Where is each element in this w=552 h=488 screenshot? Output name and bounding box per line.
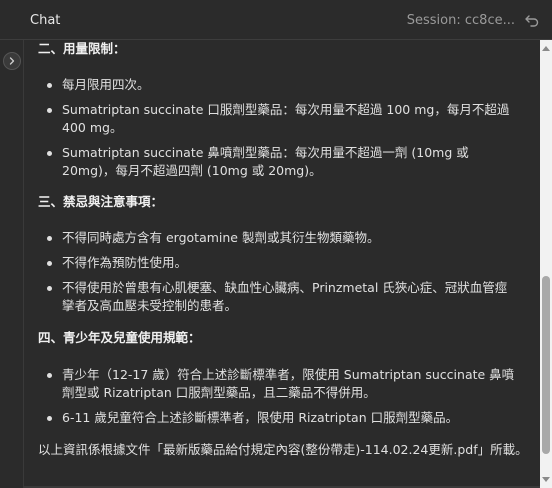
- scroll-up-arrow-icon[interactable]: [542, 46, 550, 51]
- section-heading-contraindications: 三、禁忌與注意事項：: [38, 194, 164, 209]
- list-item: 不得作為預防性使用。: [38, 254, 518, 272]
- chevron-right-icon: [9, 57, 15, 65]
- left-rail: [0, 40, 24, 488]
- undo-arrow-icon[interactable]: [524, 12, 540, 28]
- list-item: 不得使用於曾患有心肌梗塞、缺血性心臟病、Prinzmetal 氏狹心症、冠狀血管…: [38, 279, 518, 315]
- chat-title: Chat: [30, 13, 61, 28]
- contraindications-list: 不得同時處方含有 ergotamine 製劑或其衍生物類藥物。 不得作為預防性使…: [38, 229, 518, 315]
- chat-message-content: 二、用量限制： 每月限用四次。 Sumatriptan succinate 口服…: [38, 40, 530, 488]
- vertical-scrollbar[interactable]: [540, 40, 552, 488]
- scroll-down-arrow-icon[interactable]: [542, 477, 550, 482]
- usage-limit-list: 每月限用四次。 Sumatriptan succinate 口服劑型藥品：每次用…: [38, 76, 518, 180]
- list-item: Sumatriptan succinate 口服劑型藥品：每次用量不超過 100…: [38, 101, 518, 137]
- chat-window: Chat Session: cc8ce... 二、用量限制： 每月限用四次。 S…: [0, 0, 552, 488]
- list-item: 6-11 歲兒童符合上述診斷標準者，限使用 Rizatriptan 口服劑型藥品…: [38, 409, 518, 427]
- list-item: 不得同時處方含有 ergotamine 製劑或其衍生物類藥物。: [38, 229, 518, 247]
- section-heading-usage-limit: 二、用量限制：: [38, 41, 126, 56]
- youth-usage-list: 青少年（12-17 歲）符合上述診斷標準者，限使用 Sumatriptan su…: [38, 366, 518, 427]
- scrollbar-thumb[interactable]: [542, 276, 550, 454]
- list-item: 每月限用四次。: [38, 76, 518, 94]
- expand-panel-button[interactable]: [3, 52, 21, 70]
- chat-header: Chat Session: cc8ce...: [0, 0, 552, 40]
- session-label: Session: cc8ce...: [406, 13, 515, 28]
- list-item: 青少年（12-17 歲）符合上述診斷標準者，限使用 Sumatriptan su…: [38, 366, 518, 402]
- source-note: 以上資訊係根據文件「最新版藥品給付規定內容(整份帶走)-114.02.24更新.…: [38, 442, 528, 457]
- list-item: Sumatriptan succinate 鼻噴劑型藥品：每次用量不超過一劑 (…: [38, 144, 518, 180]
- section-heading-youth-usage: 四、青少年及兒童使用規範：: [38, 330, 201, 345]
